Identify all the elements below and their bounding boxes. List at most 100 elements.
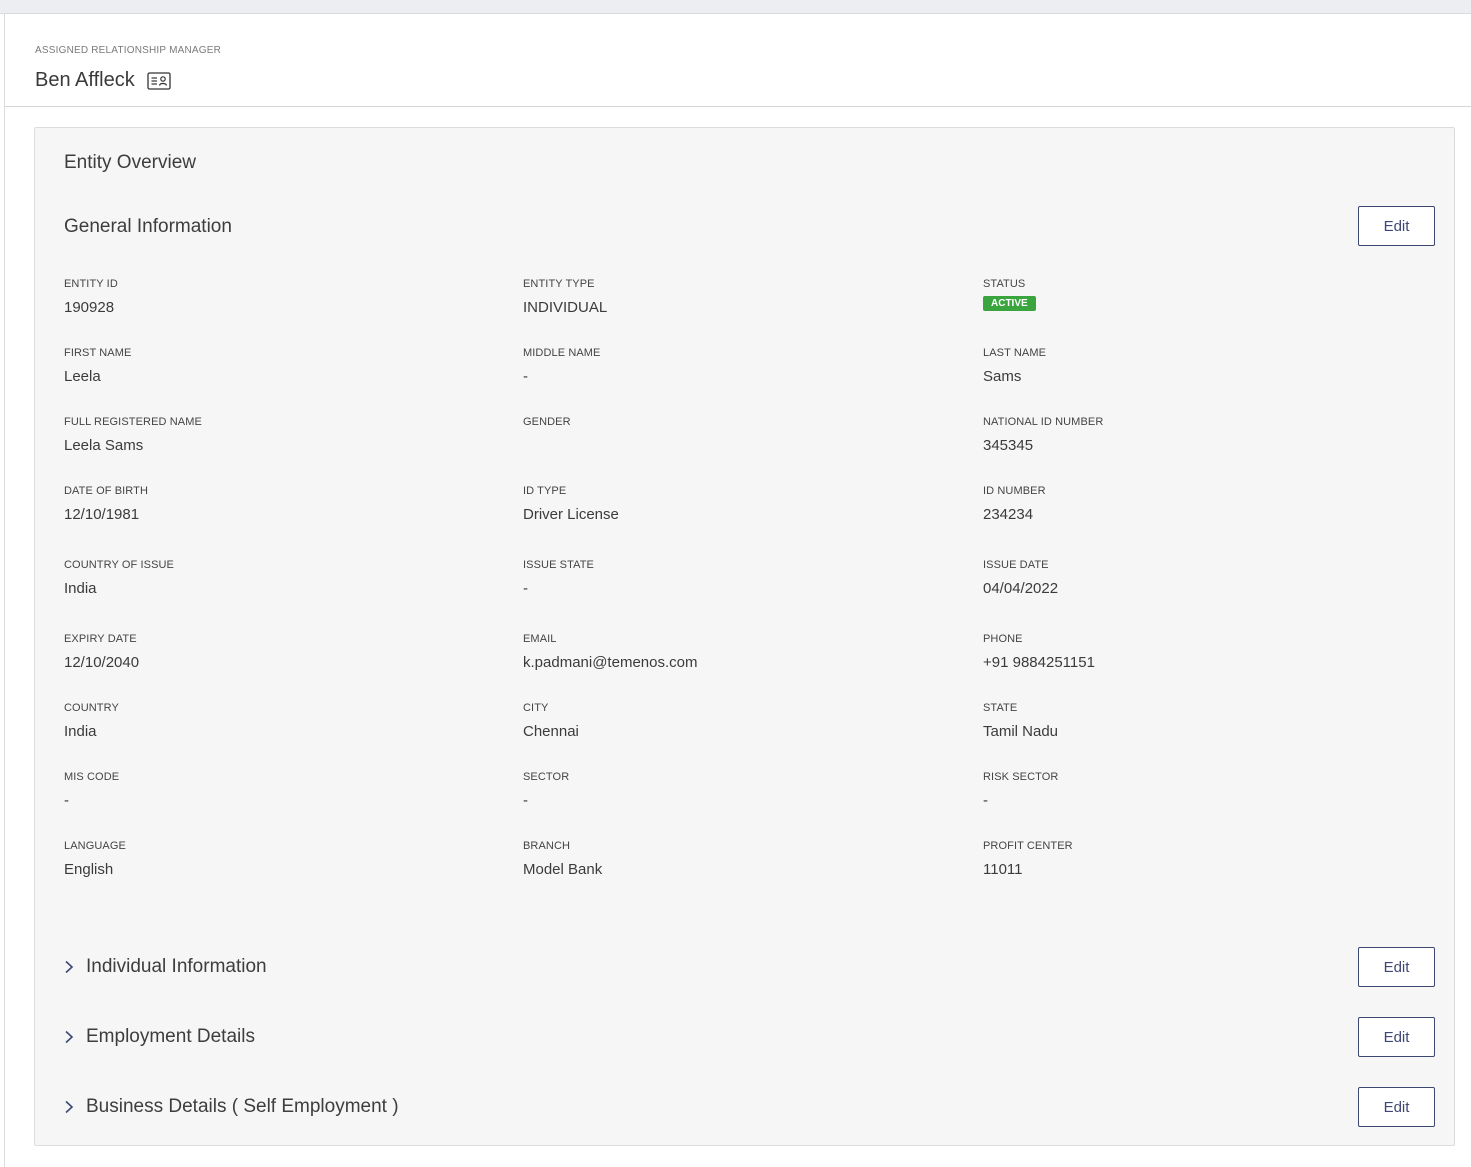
field-value: English [64, 861, 114, 878]
field-label: PHONE [983, 633, 1023, 645]
field-value: +91 9884251151 [983, 654, 1095, 671]
chevron-right-icon [65, 1030, 74, 1044]
entity-overview-panel: Entity Overview General Information Edit… [34, 127, 1455, 1146]
field-value: k.padmani@temenos.com [523, 654, 698, 671]
field-middle-name: MIDDLE NAME - [523, 347, 601, 386]
chevron-right-icon [65, 960, 74, 974]
field-value: Chennai [523, 723, 579, 740]
field-date-of-birth: DATE OF BIRTH 12/10/1981 [64, 485, 148, 524]
field-label: RISK SECTOR [983, 771, 1059, 783]
field-label: FULL REGISTERED NAME [64, 416, 202, 428]
field-label: MIDDLE NAME [523, 347, 601, 359]
field-status: STATUS ACTIVE [983, 278, 1036, 311]
field-value: 04/04/2022 [983, 580, 1059, 597]
field-last-name: LAST NAME Sams [983, 347, 1046, 386]
field-label: GENDER [523, 416, 571, 428]
business-details-edit-button[interactable]: Edit [1358, 1087, 1435, 1127]
field-sector: SECTOR - [523, 771, 569, 810]
field-mis-code: MIS CODE - [64, 771, 119, 810]
field-entity-id: ENTITY ID 190928 [64, 278, 118, 317]
field-value [523, 437, 571, 455]
field-country-of-issue: COUNTRY OF ISSUE India [64, 559, 174, 598]
field-full-registered-name: FULL REGISTERED NAME Leela Sams [64, 416, 202, 455]
field-label: ISSUE STATE [523, 559, 594, 571]
field-language: LANGUAGE English [64, 840, 126, 879]
field-label: LANGUAGE [64, 840, 126, 852]
field-entity-type: ENTITY TYPE INDIVIDUAL [523, 278, 607, 317]
field-value: Model Bank [523, 861, 603, 878]
business-details-toggle[interactable]: Business Details ( Self Employment ) [64, 1096, 399, 1118]
left-divider [4, 14, 5, 1167]
field-label: DATE OF BIRTH [64, 485, 149, 497]
field-value: Sams [983, 368, 1022, 385]
field-label: SECTOR [523, 771, 570, 783]
field-label: BRANCH [523, 840, 571, 852]
field-label: EXPIRY DATE [64, 633, 137, 645]
contact-card-icon[interactable] [147, 72, 171, 90]
field-label: STATE [983, 702, 1018, 714]
field-label: ID TYPE [523, 485, 567, 497]
field-national-id-number: NATIONAL ID NUMBER 345345 [983, 416, 1103, 455]
field-value: 190928 [64, 299, 115, 316]
field-phone: PHONE +91 9884251151 [983, 633, 1095, 672]
field-id-number: ID NUMBER 234234 [983, 485, 1046, 524]
field-value: - [983, 792, 988, 809]
chevron-right-icon [65, 1100, 74, 1114]
field-label: STATUS [983, 278, 1026, 290]
field-expiry-date: EXPIRY DATE 12/10/2040 [64, 633, 139, 672]
field-state: STATE Tamil Nadu [983, 702, 1058, 741]
field-value: INDIVIDUAL [523, 299, 608, 316]
field-label: FIRST NAME [64, 347, 132, 359]
field-label: ENTITY ID [64, 278, 118, 290]
field-value: - [64, 792, 69, 809]
field-value: 234234 [983, 506, 1034, 523]
field-label: COUNTRY OF ISSUE [64, 559, 174, 571]
general-information-title: General Information [64, 216, 232, 237]
field-label: EMAIL [523, 633, 557, 645]
field-label: ISSUE DATE [983, 559, 1049, 571]
top-bar [0, 0, 1471, 14]
relationship-manager-header: ASSIGNED RELATIONSHIP MANAGER Ben Afflec… [5, 14, 1471, 107]
field-value: 12/10/2040 [64, 654, 140, 671]
field-email: EMAIL k.padmani@temenos.com [523, 633, 697, 672]
field-label: PROFIT CENTER [983, 840, 1073, 852]
individual-information-title: Individual Information [86, 956, 267, 977]
individual-information-toggle[interactable]: Individual Information [64, 956, 267, 978]
individual-information-edit-button[interactable]: Edit [1358, 947, 1435, 987]
employment-details-edit-button[interactable]: Edit [1358, 1017, 1435, 1057]
relationship-manager-label: ASSIGNED RELATIONSHIP MANAGER [35, 45, 222, 56]
field-label: ID NUMBER [983, 485, 1046, 497]
status-badge: ACTIVE [983, 296, 1036, 311]
field-value: - [523, 368, 528, 385]
field-label: MIS CODE [64, 771, 120, 783]
field-risk-sector: RISK SECTOR - [983, 771, 1058, 810]
field-city: CITY Chennai [523, 702, 579, 741]
field-value: Driver License [523, 506, 619, 523]
field-value: - [523, 580, 528, 597]
field-label: COUNTRY [64, 702, 119, 714]
field-value: Leela [64, 368, 101, 385]
entity-overview-title: Entity Overview [64, 152, 196, 173]
field-label: NATIONAL ID NUMBER [983, 416, 1104, 428]
field-id-type: ID TYPE Driver License [523, 485, 619, 524]
field-gender: GENDER [523, 416, 571, 455]
field-label: ENTITY TYPE [523, 278, 595, 290]
field-value: - [523, 792, 528, 809]
employment-details-title: Employment Details [86, 1026, 255, 1047]
business-details-title: Business Details ( Self Employment ) [86, 1096, 399, 1117]
general-information-edit-button[interactable]: Edit [1358, 206, 1435, 246]
field-value: India [64, 580, 97, 597]
field-value: 345345 [983, 437, 1034, 454]
employment-details-toggle[interactable]: Employment Details [64, 1026, 255, 1048]
field-branch: BRANCH Model Bank [523, 840, 602, 879]
field-value: 12/10/1981 [64, 506, 140, 523]
relationship-manager-name: Ben Affleck [35, 69, 135, 91]
field-value: Tamil Nadu [983, 723, 1059, 740]
field-label: LAST NAME [983, 347, 1047, 359]
field-value: 11011 [983, 861, 1023, 878]
field-label: CITY [523, 702, 549, 714]
field-issue-state: ISSUE STATE - [523, 559, 594, 598]
field-issue-date: ISSUE DATE 04/04/2022 [983, 559, 1058, 598]
field-profit-center: PROFIT CENTER 11011 [983, 840, 1073, 879]
field-country: COUNTRY India [64, 702, 119, 741]
